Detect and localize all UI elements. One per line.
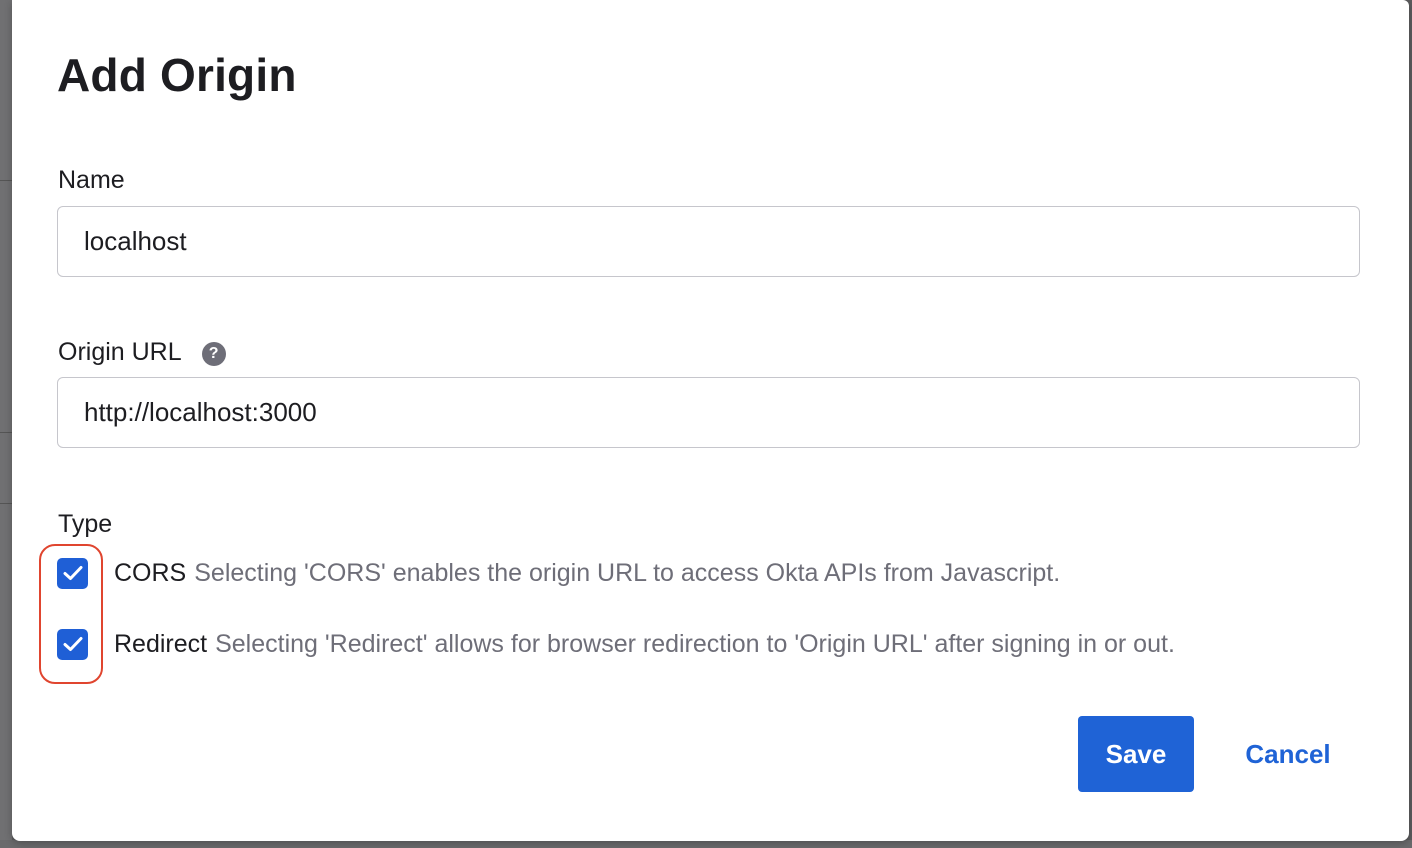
checkbox-highlight-annotation — [39, 544, 103, 684]
origin-url-label: Origin URL — [58, 338, 182, 366]
cors-label: CORS — [114, 558, 187, 587]
question-circle-icon[interactable]: ? — [201, 342, 226, 366]
origin-url-label-group: Origin URL? — [58, 338, 226, 367]
background-divider — [0, 180, 12, 181]
background-page — [0, 0, 12, 848]
redirect-description: Selecting 'Redirect' allows for browser … — [215, 629, 1175, 658]
cancel-button[interactable]: Cancel — [1230, 716, 1346, 792]
background-page-bottom — [0, 840, 1412, 848]
redirect-option: Redirect Selecting 'Redirect' allows for… — [57, 627, 1175, 661]
cors-option: CORS Selecting 'CORS' enables the origin… — [57, 556, 1060, 590]
name-input[interactable] — [57, 206, 1360, 277]
type-label: Type — [58, 510, 113, 538]
origin-url-input[interactable] — [57, 377, 1360, 448]
background-divider — [0, 503, 12, 504]
add-origin-dialog: Add Origin Name Origin URL? Type CORS Se… — [12, 0, 1409, 841]
dialog-title: Add Origin — [57, 49, 297, 101]
redirect-label: Redirect — [114, 629, 208, 658]
background-divider — [0, 432, 12, 433]
name-label: Name — [58, 166, 125, 194]
cors-description: Selecting 'CORS' enables the origin URL … — [194, 558, 1061, 587]
save-button[interactable]: Save — [1078, 716, 1194, 792]
